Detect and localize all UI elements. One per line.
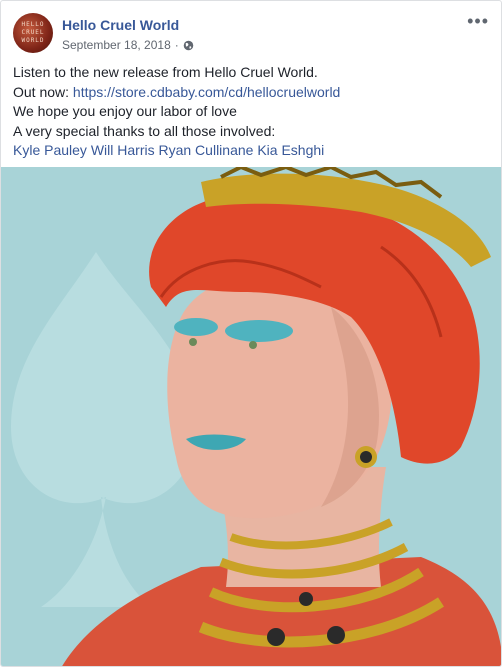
eyeshadow-right	[225, 320, 293, 342]
message-line: We hope you enjoy our labor of love	[13, 103, 237, 119]
avatar-logo-text: HELLO CRUEL WORLD	[21, 21, 45, 44]
tagged-people: Kyle Pauley Will Harris Ryan Cullinane K…	[13, 141, 489, 161]
necklace-gem	[267, 628, 285, 646]
tag-kia-eshghi[interactable]: Kia Eshghi	[257, 142, 324, 158]
eye-left	[189, 338, 197, 346]
album-art-illustration	[11, 167, 501, 666]
out-now-label: Out now:	[13, 83, 73, 100]
earring-gem	[360, 451, 372, 463]
post-meta: September 18, 2018 ·	[62, 38, 194, 52]
necklace-gem	[327, 626, 345, 644]
post-message: Listen to the new release from Hello Cru…	[13, 63, 489, 161]
post-image[interactable]	[1, 167, 501, 666]
tag-kyle-pauley[interactable]: Kyle Pauley	[13, 142, 87, 158]
eyeshadow-left	[174, 318, 218, 336]
post-date[interactable]: September 18, 2018	[62, 38, 171, 52]
avatar[interactable]: HELLO CRUEL WORLD	[13, 13, 53, 53]
globe-icon[interactable]	[183, 40, 194, 51]
post-header: HELLO CRUEL WORLD Hello Cruel World Sept…	[13, 11, 489, 55]
necklace-gem	[299, 592, 313, 606]
page-name-link[interactable]: Hello Cruel World	[62, 17, 179, 33]
eye-right	[249, 341, 257, 349]
message-line: A very special thanks to all those invol…	[13, 122, 276, 139]
store-link[interactable]: https://store.cdbaby.com/cd/hellocruelwo…	[73, 84, 340, 100]
facebook-post: HELLO CRUEL WORLD Hello Cruel World Sept…	[0, 0, 502, 667]
tag-will-harris[interactable]: Will Harris	[91, 142, 155, 158]
tag-ryan-cullinane[interactable]: Ryan Cullinane	[158, 142, 253, 158]
message-line-with-link: Out now: https://store.cdbaby.com/cd/hel…	[13, 83, 489, 103]
meta-separator: ·	[174, 38, 179, 52]
more-horizontal-icon[interactable]: •••	[467, 11, 489, 32]
message-line: Listen to the new release from Hello Cru…	[13, 64, 318, 80]
spade-shape	[11, 252, 196, 607]
